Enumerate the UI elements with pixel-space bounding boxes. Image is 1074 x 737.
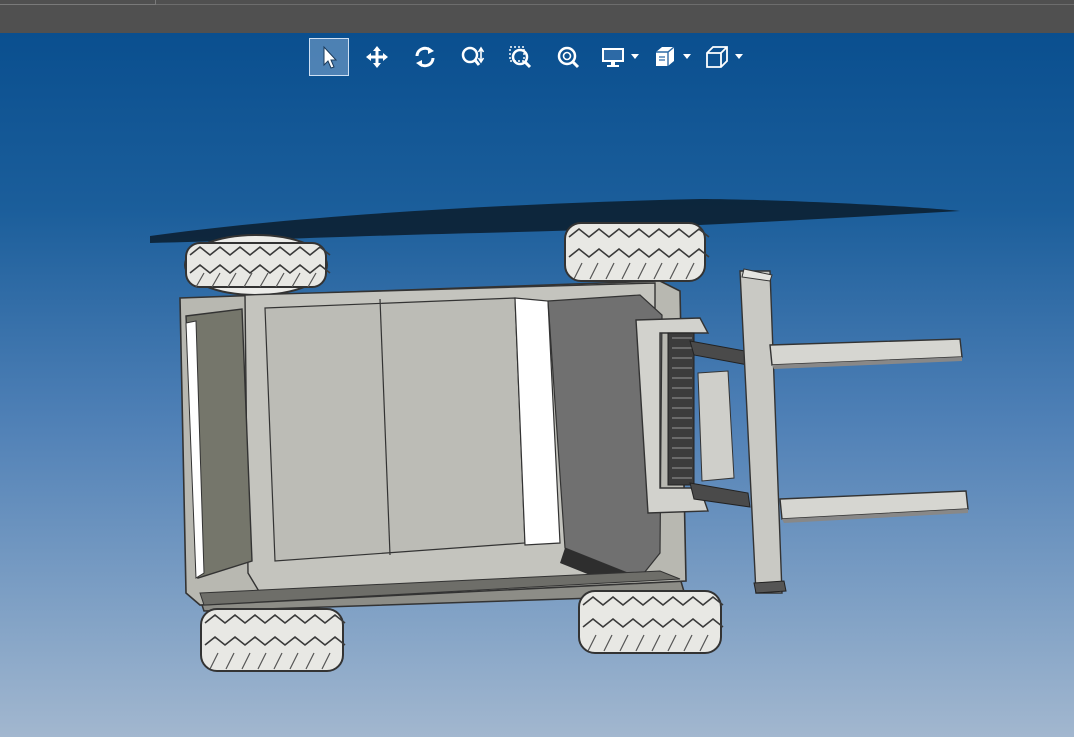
cursor-arrow-icon [323,45,338,69]
top-bar [0,0,1074,33]
zoom-updown-icon [461,46,485,66]
zoom-fit-button[interactable] [549,38,589,76]
section-cube-icon [656,46,675,66]
select-button[interactable] [309,38,349,76]
zoom-button[interactable] [453,38,493,76]
model-scene[interactable] [0,33,1074,737]
section-button[interactable] [649,38,681,76]
section-dropdown[interactable] [649,38,693,76]
chevron-down-icon[interactable] [629,38,641,76]
rotate-button[interactable] [405,38,445,76]
view-orientation-button[interactable] [701,38,733,76]
view-toolbar [309,38,753,76]
tab-strip[interactable] [0,0,156,5]
zoom-window-icon [509,46,532,69]
chevron-down-icon[interactable] [681,38,693,76]
view-orientation-dropdown[interactable] [701,38,745,76]
tire-bottom-right[interactable] [578,590,724,654]
zoom-fit-icon [557,46,580,69]
tire-bottom-left[interactable] [200,608,346,672]
display-button[interactable] [597,38,629,76]
wireframe-cube-icon [706,46,728,68]
fork-upper[interactable] [769,338,963,369]
chevron-down-icon[interactable] [733,38,745,76]
tab-strip-divider [156,0,1074,5]
tire-top-right[interactable] [564,222,710,282]
move-arrows-icon [366,46,388,68]
vehicle-body[interactable] [179,280,687,606]
pan-button[interactable] [357,38,397,76]
monitor-icon [602,48,624,67]
fork-lower[interactable] [779,490,969,523]
zoom-window-button[interactable] [501,38,541,76]
3d-viewport[interactable] [0,33,1074,737]
tire-top-left[interactable] [184,234,331,296]
rotate-icon [415,46,435,68]
display-dropdown[interactable] [597,38,641,76]
